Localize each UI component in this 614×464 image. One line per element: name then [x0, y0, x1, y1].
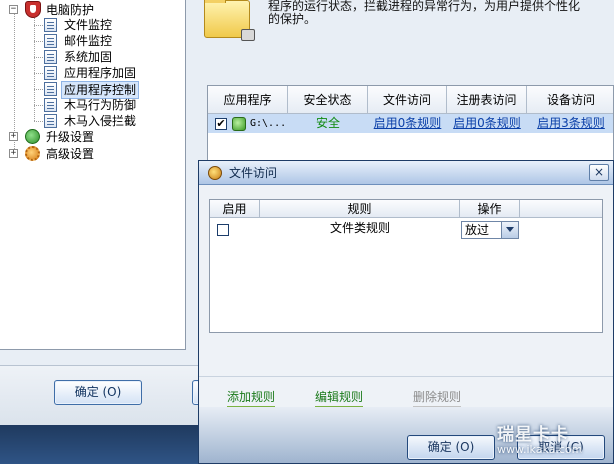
close-icon[interactable]: ×	[589, 164, 609, 181]
main-ok-button[interactable]: 确定 (O)	[54, 380, 142, 405]
folder-lock-icon	[204, 0, 255, 41]
app-control-table: 应用程序 安全状态 文件访问 注册表访问 设备访问 ✔ G:\... 安全 启用…	[207, 85, 614, 165]
tree-item-label: 系统加固	[64, 50, 113, 64]
tree-item-advanced-settings[interactable]: + 高级设置	[0, 146, 180, 162]
tree-item-label: 应用程序加固	[64, 66, 137, 80]
tree-item-file-monitor[interactable]: 文件监控	[0, 17, 180, 33]
rule-action-select[interactable]: 放过	[461, 221, 519, 239]
registry-access-link[interactable]: 启用0条规则	[447, 114, 527, 133]
tree-item-trojan-intrusion[interactable]: 木马入侵拦截	[0, 113, 180, 129]
upgrade-icon	[25, 129, 40, 144]
rule-enable-checkbox[interactable]	[217, 224, 229, 236]
expand-icon[interactable]: +	[9, 149, 18, 158]
tree-item-mail-monitor[interactable]: 邮件监控	[0, 33, 180, 49]
tree-item-upgrade-settings[interactable]: + 升级设置	[0, 129, 180, 145]
rule-name: 文件类规则	[329, 221, 390, 235]
collapse-icon[interactable]: −	[9, 5, 18, 14]
column-header[interactable]: 应用程序	[208, 86, 288, 114]
document-icon	[44, 66, 57, 80]
tree-item-trojan-defense[interactable]: 木马行为防御	[0, 97, 180, 113]
document-icon	[44, 34, 57, 48]
file-access-dialog: 文件访问 × 启用 规则 操作 文件类规则 放过 添加规则 编辑规则 删除规则 …	[198, 160, 614, 464]
column-header[interactable]: 文件访问	[368, 86, 447, 114]
app-logo-icon	[208, 166, 222, 180]
document-icon	[44, 98, 57, 112]
tree-item-label: 高级设置	[46, 147, 95, 161]
app-name: G:\...	[250, 118, 287, 129]
rule-action-value: 放过	[465, 223, 490, 237]
settings-tree: − 电脑防护 文件监控 邮件监控 系统加固 应用程序加固 应用程序控制 木马行为…	[0, 0, 186, 350]
rules-table: 启用 规则 操作 文件类规则 放过	[209, 199, 603, 333]
document-icon	[44, 82, 57, 96]
delete-rule-link: 删除规则	[413, 390, 462, 408]
dialog-ok-button[interactable]: 确定 (O)	[407, 435, 495, 460]
watermark-url: www.ikaka.com	[497, 443, 583, 456]
edit-rule-link[interactable]: 编辑规则	[315, 390, 364, 408]
tree-item-label: 升级设置	[46, 130, 95, 144]
tree-item-app-control[interactable]: 应用程序控制	[0, 81, 180, 99]
security-status: 安全	[315, 116, 340, 130]
column-header[interactable]: 设备访问	[527, 86, 613, 114]
column-header[interactable]: 注册表访问	[447, 86, 527, 114]
document-icon	[44, 50, 57, 64]
dialog-title: 文件访问	[229, 166, 278, 180]
rule-actions: 添加规则 编辑规则 删除规则	[199, 376, 613, 408]
column-header[interactable]: 启用	[210, 200, 260, 218]
enable-checkbox[interactable]: ✔	[215, 118, 227, 130]
column-header[interactable]: 操作	[460, 200, 520, 218]
watermark-logo: 瑞星卡卡 www.ikaka.com	[497, 420, 614, 464]
page-description: 程序的运行状态，拦截进程的异常行为，为用户提供个性化的保护。	[268, 0, 581, 26]
tree-item-label: 文件监控	[64, 18, 113, 32]
column-header[interactable]: 规则	[260, 200, 460, 218]
tree-item-label: 木马入侵拦截	[64, 114, 137, 128]
application-icon	[232, 117, 246, 131]
expand-icon[interactable]: +	[9, 132, 18, 141]
column-header-empty	[520, 200, 602, 218]
gear-icon	[25, 146, 40, 161]
add-rule-link[interactable]: 添加规则	[227, 390, 276, 408]
tree-item-app-hardening[interactable]: 应用程序加固	[0, 65, 180, 81]
dialog-title-bar[interactable]: 文件访问 ×	[199, 161, 613, 185]
watermark-text: 瑞星卡卡	[497, 425, 569, 445]
column-header[interactable]: 安全状态	[288, 86, 368, 114]
tree-item-system-hardening[interactable]: 系统加固	[0, 49, 180, 65]
tree-item-label: 电脑防护	[46, 3, 95, 17]
shield-icon	[25, 1, 41, 18]
document-icon	[44, 18, 57, 32]
tree-item-label: 邮件监控	[64, 34, 113, 48]
tree-item-label: 木马行为防御	[64, 98, 137, 112]
file-access-link[interactable]: 启用0条规则	[368, 114, 447, 133]
device-access-link[interactable]: 启用3条规则	[527, 114, 613, 133]
chevron-down-icon[interactable]	[501, 222, 518, 238]
document-icon	[44, 114, 57, 128]
tree-item-pc-protection[interactable]: − 电脑防护	[0, 1, 180, 18]
